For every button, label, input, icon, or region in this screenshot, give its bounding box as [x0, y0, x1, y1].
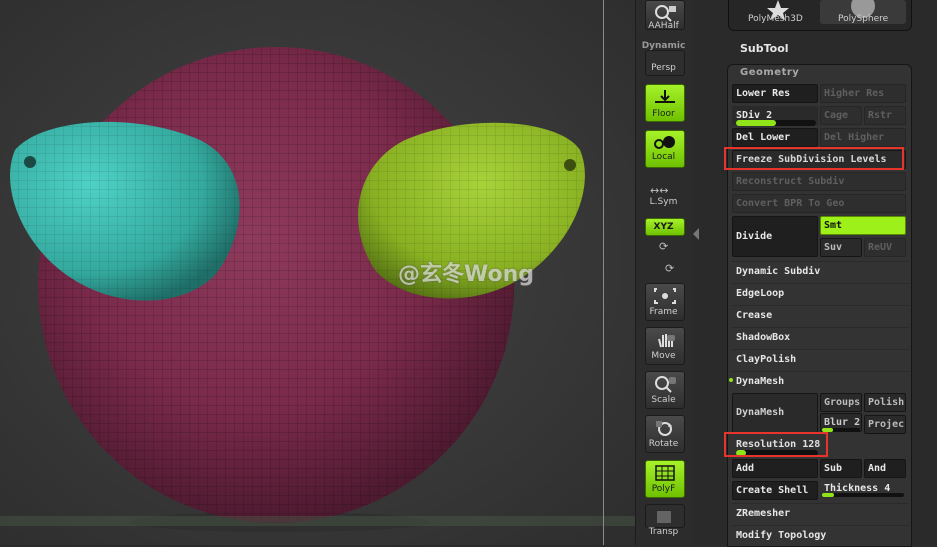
create-shell-button[interactable]: Create Shell [732, 481, 818, 500]
zoom-icon [655, 376, 676, 393]
smt-toggle[interactable]: Smt [820, 216, 906, 235]
floor-grid-line [0, 516, 635, 526]
thickness-fill [822, 493, 835, 497]
move-label: Move [651, 351, 676, 361]
divide-button[interactable]: Divide [732, 216, 818, 257]
suv-toggle[interactable]: Suv [820, 238, 862, 257]
shadowbox-section[interactable]: ShadowBox [732, 327, 909, 348]
frame-icon [654, 288, 676, 304]
collapse-arrow-icon[interactable] [693, 228, 699, 240]
local-button[interactable] [645, 130, 685, 168]
dynamesh-section[interactable]: DynaMesh [732, 371, 909, 392]
cage-button[interactable]: Cage [820, 106, 862, 125]
thickness-track[interactable] [822, 493, 904, 497]
dynamesh-button[interactable]: DynaMesh [732, 393, 818, 434]
persp-label: Persp [651, 63, 676, 73]
viewport-divider [603, 0, 604, 545]
resolution-highlight-box [724, 432, 828, 457]
frame-label: Frame [649, 307, 678, 317]
lsym-icon: ↔↔ [650, 184, 669, 197]
zremesher-section[interactable]: ZRemesher [732, 503, 909, 524]
transparency-icon [657, 511, 671, 523]
xyz-label: XYZ [653, 222, 674, 232]
higher-res-button[interactable]: Higher Res [820, 84, 906, 103]
polish-toggle[interactable]: Polish [864, 393, 906, 412]
claypolish-section[interactable]: ClayPolish [732, 349, 909, 370]
and-button[interactable]: And [864, 459, 906, 478]
groups-toggle[interactable]: Groups [820, 393, 862, 412]
edgeloop-section[interactable]: EdgeLoop [732, 283, 909, 304]
sdiv-fill [736, 120, 776, 126]
project-toggle[interactable]: Projec [864, 415, 906, 434]
tray-gap [692, 0, 724, 545]
geometry-header[interactable]: Geometry [740, 67, 799, 78]
aahalf-label: AAHalf [648, 21, 679, 31]
polysphere-label: PolySphere [838, 14, 889, 24]
floor-icon [655, 90, 675, 103]
watermark-text: @玄冬Wong [398, 262, 535, 287]
local-icon [654, 136, 675, 149]
floor-label: Floor [652, 109, 675, 119]
hand-icon [658, 334, 675, 348]
subtool-header[interactable]: SubTool [740, 42, 789, 55]
lsym-label[interactable]: L.Sym [635, 197, 692, 207]
sdiv-track[interactable] [736, 120, 816, 126]
lower-res-button[interactable]: Lower Res [732, 84, 818, 103]
rotate-y-icon[interactable]: ⟳ [659, 240, 668, 253]
polymesh3d-label: PolyMesh3D [748, 14, 803, 24]
modify-topology-section[interactable]: Modify Topology [732, 525, 909, 546]
freeze-highlight-box [724, 147, 904, 170]
local-label: Local [651, 152, 676, 162]
polyframe-icon [655, 465, 675, 481]
sub-button[interactable]: Sub [820, 459, 862, 478]
rotate-icon [656, 421, 672, 436]
add-button[interactable]: Add [732, 459, 818, 478]
del-lower-button[interactable]: Del Lower [732, 128, 818, 147]
scale-label: Scale [651, 395, 676, 405]
polyf-label: PolyF [651, 484, 676, 494]
convert-bpr-button[interactable]: Convert BPR To Geo [732, 194, 906, 213]
reconstruct-subdiv-button[interactable]: Reconstruct Subdiv [732, 172, 906, 191]
sculpt-model [10, 47, 585, 532]
del-higher-button[interactable]: Del Higher [820, 128, 906, 147]
rotate-z-icon[interactable]: ⟳ [665, 262, 674, 275]
magnifier-icon [655, 5, 676, 22]
dynamic-subdiv-section[interactable]: Dynamic Subdiv [732, 261, 909, 282]
transp-button[interactable] [645, 504, 685, 528]
rstr-button[interactable]: Rstr [864, 106, 906, 125]
crease-section[interactable]: Crease [732, 305, 909, 326]
transp-label: Transp [648, 527, 679, 537]
reuv-button[interactable]: ReUV [864, 238, 906, 257]
dynamesh-active-dot [729, 378, 733, 382]
rotate-label: Rotate [648, 439, 679, 449]
viewport-canvas[interactable]: @玄冬Wong [0, 0, 635, 545]
